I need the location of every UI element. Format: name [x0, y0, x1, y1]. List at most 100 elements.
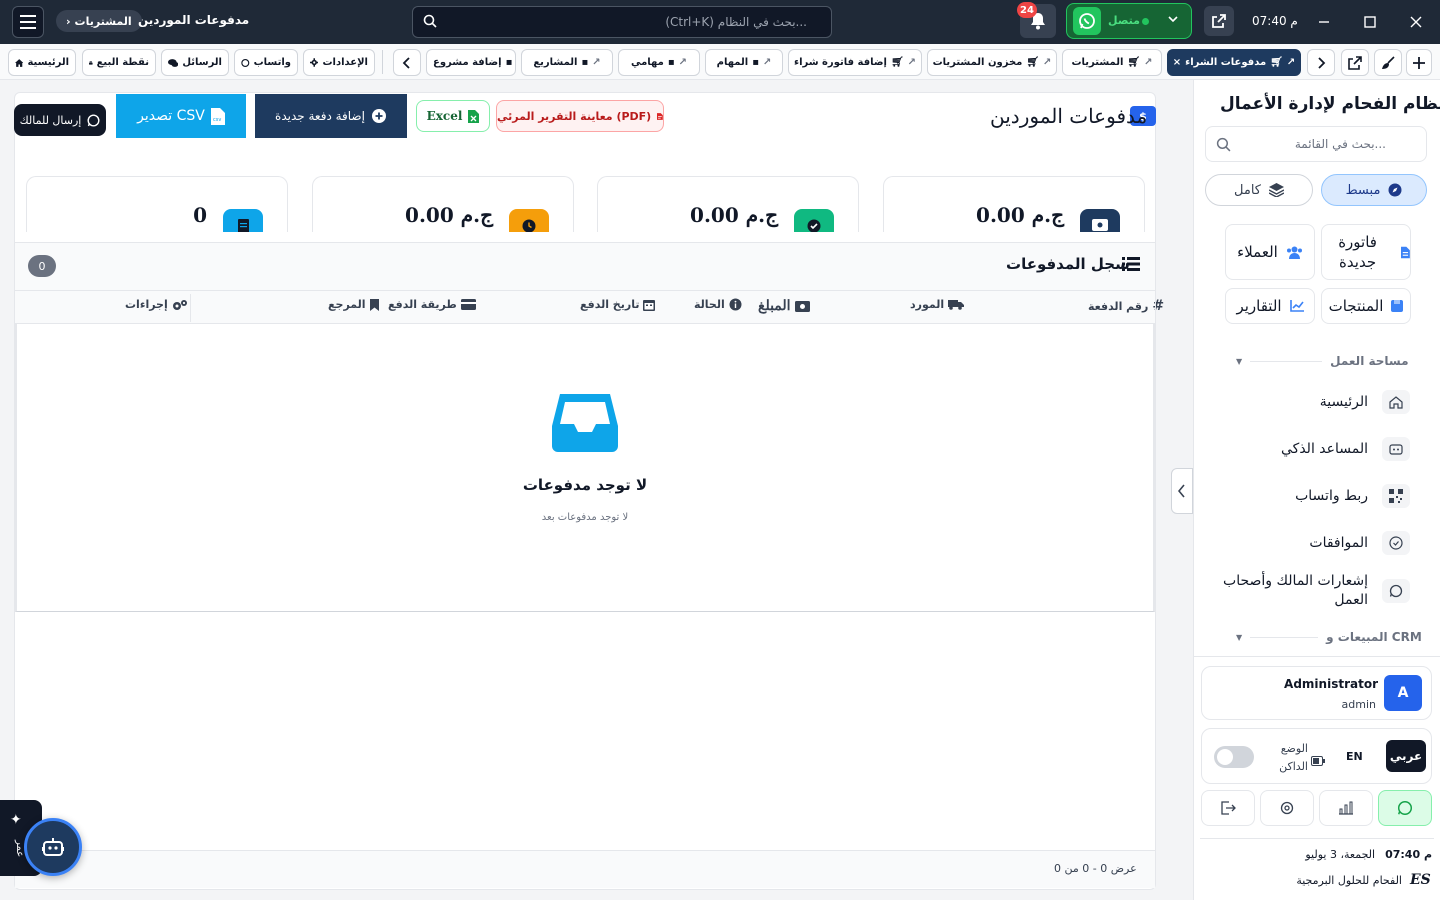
- empty-state-title: لا توجد مدفوعات: [522, 476, 648, 494]
- stats-action-button[interactable]: [1319, 790, 1373, 826]
- sidebar-item-owner-notifications[interactable]: إشعارات المالك وأصحاب العمل: [1210, 572, 1410, 610]
- tab-purchase-inventory[interactable]: مخزون المشتريات 🛒︎ ↗: [927, 49, 1057, 76]
- close-window-button[interactable]: [1406, 12, 1426, 32]
- ai-assistant-button[interactable]: [24, 818, 82, 876]
- chevron-right-icon: ›: [66, 14, 71, 28]
- info-icon: [729, 298, 742, 311]
- box-icon: [1391, 300, 1404, 312]
- tab-purchases[interactable]: المشتريات 🛒︎ ↗: [1062, 49, 1162, 76]
- robot-icon: [1382, 437, 1410, 461]
- language-arabic-button[interactable]: عربي: [1386, 740, 1426, 772]
- maximize-icon: [1364, 16, 1376, 28]
- export-excel-button[interactable]: Excel: [416, 100, 490, 132]
- column-header-status[interactable]: الحالة: [694, 298, 742, 311]
- maximize-button[interactable]: [1360, 12, 1380, 32]
- column-header-payment-method[interactable]: طريقة الدفع: [388, 298, 476, 311]
- quick-action-reports[interactable]: التقارير: [1225, 288, 1315, 324]
- quick-action-products[interactable]: المنتجات: [1321, 288, 1411, 324]
- global-search-input[interactable]: (Ctrl+K) بحث في النظام...: [412, 6, 832, 38]
- quick-pos-button[interactable]: نقطة البيع: [82, 49, 156, 76]
- open-external-button[interactable]: [1204, 6, 1234, 36]
- send-to-owner-button[interactable]: إرسال للمالك: [14, 104, 106, 136]
- quick-whatsapp-button[interactable]: واتساب: [234, 49, 298, 76]
- external-link-icon: ↗: [762, 57, 772, 68]
- export-csv-button[interactable]: تصدير CSV csv: [116, 94, 246, 138]
- quick-messages-button[interactable]: الرسائل: [161, 49, 229, 76]
- tabs-scroll-left-button[interactable]: [393, 49, 421, 76]
- sidebar-collapse-button[interactable]: [1171, 468, 1193, 514]
- settings-action-button[interactable]: [1260, 790, 1314, 826]
- cart-icon: 🛒︎: [1270, 57, 1283, 68]
- sidebar-search-input[interactable]: بحث في القائمة...: [1205, 126, 1427, 162]
- external-link-icon: ↗: [678, 57, 688, 68]
- external-link-icon: ↗: [1144, 57, 1153, 68]
- caret-down-icon: ▼: [1236, 632, 1243, 642]
- tab-tasks[interactable]: المهام ▪ ↗: [705, 49, 783, 76]
- new-tab-button[interactable]: [1406, 49, 1432, 76]
- sparkles-icon: ✦: [10, 812, 22, 828]
- file-icon: ▪: [505, 57, 513, 68]
- detach-tab-button[interactable]: [1341, 49, 1369, 76]
- file-icon: ▪: [752, 57, 759, 68]
- dark-mode-toggle[interactable]: [1214, 746, 1254, 768]
- tab-my-tasks[interactable]: مهامي ▪ ↗: [618, 49, 700, 76]
- file-icon: ▪: [667, 57, 675, 68]
- user-name: Administrator: [1284, 677, 1378, 691]
- tab-add-project[interactable]: إضافة مشروع ▪ ↗: [426, 49, 516, 76]
- check-icon: [794, 209, 834, 232]
- sidebar-section-workspace[interactable]: ▼ مساحة العمل: [1236, 354, 1409, 368]
- quick-home-button[interactable]: الرئيسية: [8, 49, 76, 76]
- file-invoice-icon: [1401, 246, 1410, 258]
- column-header-reference[interactable]: المرجع: [328, 298, 379, 311]
- tab-purchase-payments[interactable]: × مدفوعات الشراء 🛒︎ ↗: [1167, 49, 1301, 76]
- close-tab-icon[interactable]: ×: [1173, 57, 1181, 68]
- minimize-button[interactable]: [1314, 12, 1334, 32]
- add-payment-button[interactable]: إضافة دفعة جديدة: [255, 94, 407, 138]
- quick-settings-button[interactable]: الإعدادات: [303, 49, 375, 76]
- search-icon: [423, 14, 437, 28]
- battery-icon: [1311, 751, 1325, 770]
- stat-value: 0: [193, 203, 207, 227]
- stat-value: 0.00 ج.م: [405, 203, 493, 227]
- stat-card-completed: 0.00 ج.م: [597, 176, 859, 232]
- sidebar-item-home[interactable]: الرئيسية: [1320, 390, 1410, 414]
- column-header-supplier[interactable]: المورد: [910, 298, 965, 311]
- sidebar-section-sales-crm[interactable]: ▼ المبيعات و CRM: [1236, 630, 1422, 644]
- tabs-scroll-right-button[interactable]: [1307, 49, 1335, 76]
- chevron-left-icon: [1178, 484, 1185, 498]
- bookmark-icon: [369, 298, 379, 311]
- breadcrumb-parent[interactable]: › المشتريات: [56, 10, 142, 32]
- mode-simple-button[interactable]: مبسط: [1321, 174, 1427, 206]
- sidebar-item-approvals[interactable]: الموافقات: [1309, 531, 1410, 555]
- file-csv-icon: csv: [210, 107, 225, 125]
- hamburger-menu-button[interactable]: [12, 6, 44, 38]
- sidebar-item-ai-assistant[interactable]: المساعد الذكي: [1281, 437, 1410, 461]
- money-bill-icon: [794, 300, 810, 312]
- column-header-payment-date[interactable]: تاريخ الدفع: [580, 298, 656, 311]
- clock-icon: [509, 209, 549, 232]
- sidebar-item-whatsapp-link[interactable]: ربط واتساب: [1295, 484, 1410, 508]
- sidebar-divider: [1200, 838, 1434, 839]
- file-icon: ▪: [581, 57, 589, 68]
- quick-action-customers[interactable]: العملاء: [1225, 224, 1315, 280]
- cash-register-icon: [89, 60, 93, 65]
- column-header-amount[interactable]: المبلغ: [758, 298, 810, 314]
- credit-card-icon: [460, 299, 476, 310]
- clear-tabs-button[interactable]: [1374, 49, 1402, 76]
- plus-icon: [1413, 56, 1425, 69]
- whatsapp-icon: [87, 113, 100, 127]
- stat-card-pending: 0.00 ج.م: [312, 176, 574, 232]
- mode-full-button[interactable]: كامل: [1205, 174, 1313, 206]
- tab-projects[interactable]: المشاريع ▪ ↗: [521, 49, 613, 76]
- calendar-icon: [643, 299, 656, 311]
- tab-add-purchase-invoice[interactable]: إضافة فاتورة شراء 🛒︎ ↗: [788, 49, 922, 76]
- preview-pdf-button[interactable]: معاينة التقرير المرئي (PDF): [496, 100, 664, 132]
- logout-icon: [1221, 801, 1236, 815]
- column-header-payment-number[interactable]: رقم الدفعة #: [1088, 298, 1164, 314]
- whatsapp-action-button[interactable]: [1378, 790, 1432, 826]
- language-english-button[interactable]: EN: [1346, 750, 1363, 763]
- plus-circle-icon: [371, 109, 386, 123]
- logout-action-button[interactable]: [1201, 790, 1255, 826]
- quick-action-new-invoice[interactable]: فاتورة جديدة: [1321, 224, 1411, 280]
- chevron-left-icon: [402, 56, 410, 69]
